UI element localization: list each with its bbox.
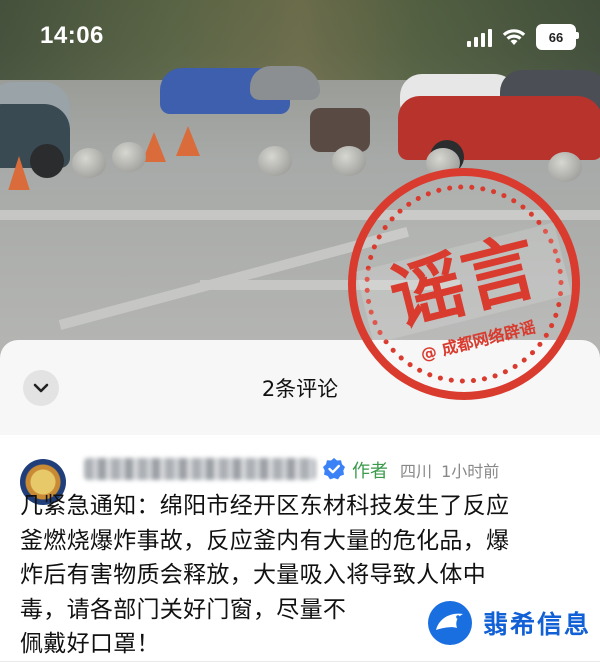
username-blurred[interactable] bbox=[84, 458, 316, 480]
traffic-cone bbox=[176, 126, 200, 156]
car-wheel bbox=[30, 144, 64, 178]
status-icons: 66 bbox=[467, 24, 579, 50]
battery-level: 66 bbox=[548, 29, 564, 45]
comment-time: 1小时前 bbox=[441, 462, 500, 481]
car-grey bbox=[250, 66, 320, 100]
watermark-text: 翡希信息 bbox=[483, 609, 592, 639]
bird-logo-icon bbox=[428, 600, 472, 645]
traffic-cone bbox=[7, 156, 31, 194]
rumor-stamp: 谣言 @ 成都网络辟谣 bbox=[348, 168, 580, 400]
comment-location: 四川 bbox=[400, 462, 433, 481]
watermark: 翡希信息 bbox=[421, 584, 599, 661]
bollard bbox=[258, 146, 292, 176]
comment-line: 几紧急通知：绵阳市经开区东材科技发生了反应 bbox=[20, 493, 510, 519]
scooter bbox=[310, 108, 370, 152]
status-time: 14:06 bbox=[40, 22, 104, 49]
author-badge: 作者 bbox=[352, 461, 388, 482]
bollard bbox=[112, 142, 146, 172]
bollard bbox=[72, 148, 106, 178]
comment-meta: 四川 1小时前 bbox=[400, 458, 499, 482]
wifi-icon bbox=[502, 29, 526, 45]
car-red bbox=[398, 96, 600, 160]
verified-badge-icon bbox=[323, 458, 345, 480]
cellular-signal-icon bbox=[467, 27, 492, 47]
comment-line: 釜燃烧爆炸事故，反应釜内有大量的危化品，爆 bbox=[20, 527, 510, 554]
battery-icon: 66 bbox=[536, 24, 579, 50]
